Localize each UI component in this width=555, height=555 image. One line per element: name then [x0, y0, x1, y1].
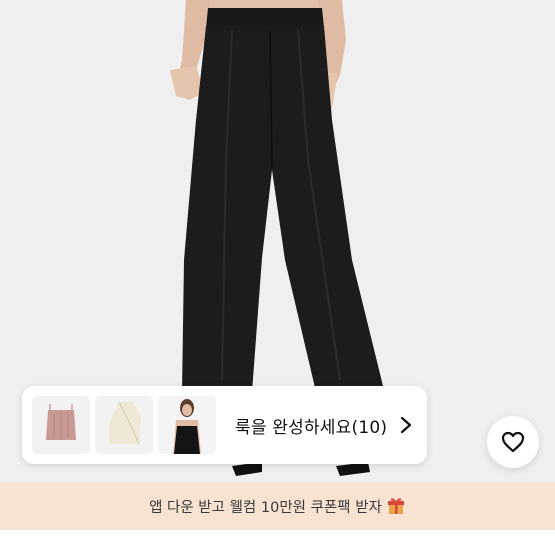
wishlist-button[interactable]	[487, 416, 539, 468]
complete-the-look-title: 룩을 완성하세요(10)	[235, 417, 388, 438]
product-photo	[0, 0, 555, 555]
chevron-right-icon[interactable]	[399, 415, 413, 435]
pink-corset-top-thumbnail[interactable]	[32, 396, 90, 454]
bottom-safe-area	[0, 530, 555, 555]
complete-the-look-card[interactable]: 룩을 완성하세요(10)	[22, 386, 427, 464]
white-halter-top-thumbnail[interactable]	[95, 396, 153, 454]
app-download-banner[interactable]: 앱 다운 받고 웰컴 10만원 쿠폰팩 받자	[0, 482, 555, 530]
black-camisole-model-thumbnail[interactable]	[158, 396, 216, 454]
gift-icon	[387, 498, 404, 514]
banner-text: 앱 다운 받고 웰컴 10만원 쿠폰팩 받자	[149, 499, 382, 516]
heart-icon	[501, 431, 525, 453]
